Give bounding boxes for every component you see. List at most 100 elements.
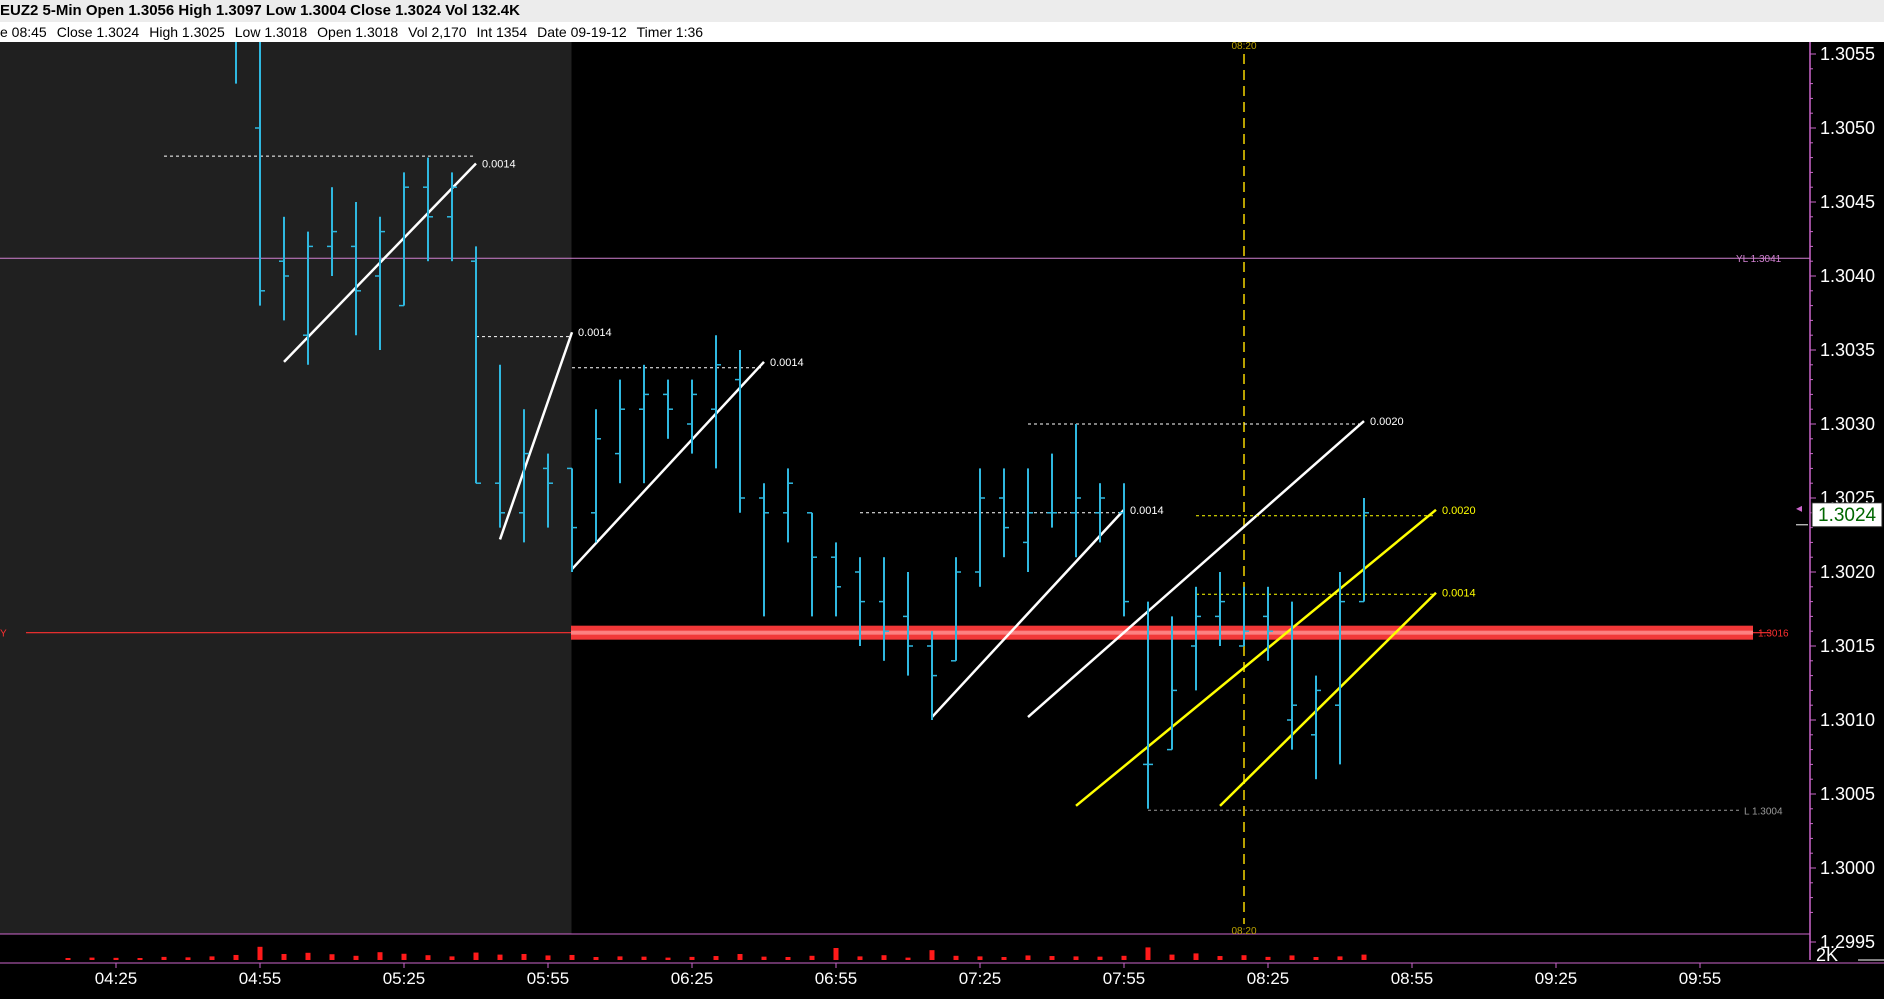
volume-bar [1145,947,1151,960]
time-axis[interactable]: 04:25 04:55 05:25 05:55 06:25 06:55 07:25 07:55… [0,962,1884,988]
volume-bar [1217,956,1223,960]
bar-info-item: Int 1354 [476,24,528,40]
volume-bar [233,954,239,960]
bar-info-item: Vol 2,170 [408,24,467,40]
time-tick-label: 09:25 [1535,969,1578,988]
volume-bar [1313,957,1319,960]
bar-info-item: Open 1.3018 [317,24,399,40]
time-tick-label: 07:25 [959,969,1002,988]
volume-bar [833,948,839,960]
volume-bar [881,955,887,960]
volume-bar [569,954,575,960]
price-tick-label: 1.3010 [1820,710,1875,730]
time-marker-top-label: 08:20 [1231,41,1256,52]
volume-bar [185,957,191,960]
volume-bar [137,958,143,960]
price-tick-label: 1.3040 [1820,266,1875,286]
volume-bar [1169,954,1175,960]
range-label: 0.0014 [578,327,612,339]
volume-panel [0,933,1810,960]
volume-bar [521,954,527,960]
volume-bar [761,956,767,960]
volume-bar [281,954,287,960]
price-tick-label: 1.3030 [1820,414,1875,434]
time-tick-label: 09:55 [1679,969,1722,988]
time-tick-label: 04:25 [95,969,138,988]
last-price-label: 1.3024 [1818,505,1877,526]
volume-bar [1049,956,1055,960]
range-label: 0.0020 [1442,505,1476,517]
volume-bar [1193,953,1199,960]
volume-axis-label: 2K [1816,945,1838,965]
volume-bar [1001,957,1007,960]
volume-bar [593,957,599,960]
price-chart[interactable]: YL 1.3041 1.3016 Y L 1.3004 08:20 08:20 0.00… [0,0,1884,999]
bar-info-item: Timer 1:36 [636,24,704,40]
range-label: 0.0014 [1130,505,1164,517]
time-tick-label: 08:55 [1391,969,1434,988]
volume-bar [617,956,623,960]
yesterday-low-label: YL 1.3041 [1736,254,1782,265]
volume-bar [161,956,167,960]
session-shade [0,42,572,934]
volume-bar [1073,956,1079,960]
volume-bar [641,956,647,960]
volume-bar [857,956,863,960]
volume-bar [1265,956,1271,960]
volume-bar [713,956,719,960]
volume-bar [977,956,983,960]
time-tick-label: 05:25 [383,969,426,988]
volume-bar [929,950,935,960]
volume-bar [353,955,359,960]
support-level-label: 1.3016 [1758,629,1789,640]
time-tick-label: 07:55 [1103,969,1146,988]
volume-bar [209,956,215,960]
time-marker-bottom-label: 08:20 [1231,926,1256,937]
price-tick-label: 1.3015 [1820,636,1875,656]
volume-bar [305,952,311,960]
range-label: 0.0014 [770,357,804,369]
volume-bar [329,954,335,960]
price-tick-label: 1.3055 [1820,44,1875,64]
volume-bar [809,955,815,960]
volume-bar [89,957,95,960]
support-band-highlight [571,630,1753,635]
bar-info-item: Date 09-19-12 [537,24,627,40]
volume-bar [1361,954,1367,960]
price-tick-label: 1.3005 [1820,784,1875,804]
price-tick-label: 1.3050 [1820,118,1875,138]
bar-info-item: Close 1.3024 [56,24,140,40]
volume-bar [1097,956,1103,960]
time-tick-label: 05:55 [527,969,570,988]
support-line-left-label: Y [0,629,7,640]
volume-bar [65,958,71,960]
time-tick-label: 06:55 [815,969,858,988]
chart-title-bar: EUZ2 5-Min Open 1.3056 High 1.3097 Low 1… [0,0,1884,22]
bar-info-item: e 08:45 [0,24,47,40]
range-label: 0.0020 [1370,416,1404,428]
volume-bar [473,952,479,960]
chart-title: EUZ2 5-Min Open 1.3056 High 1.3097 Low 1… [0,2,520,19]
bar-info-item: Low 1.3018 [234,24,308,40]
volume-bar [113,957,119,960]
volume-bar [1121,955,1127,960]
volume-bar [953,955,959,960]
volume-bar [377,952,383,960]
price-marker-arrow-icon: ◂ [1796,501,1802,515]
price-tick-label: 1.3045 [1820,192,1875,212]
volume-bar [257,946,263,960]
volume-bar [1289,955,1295,960]
volume-bar [737,954,743,960]
price-tick-label: 1.3000 [1820,858,1875,878]
volume-bar [689,956,695,960]
volume-bar [1025,955,1031,960]
volume-bar [905,957,911,960]
time-tick-label: 04:55 [239,969,282,988]
volume-bar [497,954,503,960]
time-tick-label: 08:25 [1247,969,1290,988]
range-label: 0.0014 [1442,588,1476,600]
volume-bar [1337,956,1343,960]
volume-bar [449,956,455,960]
bar-info-item: High 1.3025 [149,24,225,40]
price-tick-label: 1.3020 [1820,562,1875,582]
